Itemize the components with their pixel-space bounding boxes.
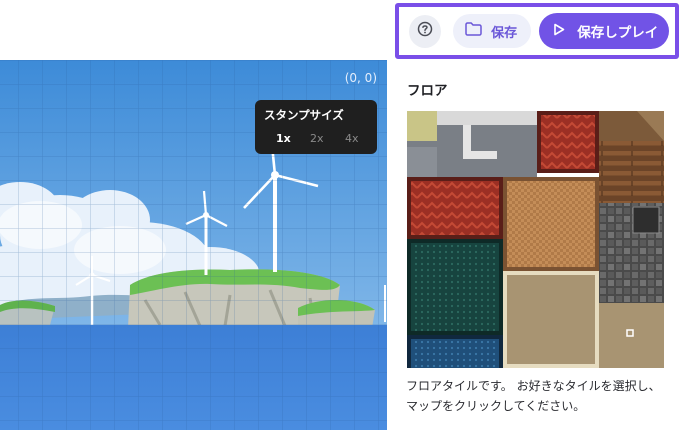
- save-and-play-label: 保存しプレイ: [577, 25, 659, 41]
- stamp-size-title: スタンプサイズ: [264, 108, 344, 122]
- save-and-play-button[interactable]: 保存しプレイ: [539, 13, 669, 49]
- save-button[interactable]: 保存: [453, 14, 532, 48]
- folder-icon: [465, 22, 482, 40]
- help-circle-icon: [417, 21, 433, 41]
- floor-tile-palette[interactable]: [407, 111, 664, 368]
- play-icon: [553, 23, 565, 40]
- top-toolbar: 保存 保存しプレイ: [395, 3, 679, 59]
- stamp-size-popover: スタンプサイズ 1x 2x 4x: [255, 100, 377, 154]
- panel-description: フロアタイルです。 お好きなタイルを選択し、マップをクリックしてください。: [406, 379, 661, 413]
- help-button[interactable]: [409, 14, 442, 48]
- floor-panel: フロア フロアタイルです。 お好きなタイルを選択し、マップをクリックしてください…: [387, 60, 682, 430]
- stamp-size-4x[interactable]: 4x: [345, 132, 359, 145]
- stamp-size-2x[interactable]: 2x: [310, 132, 324, 145]
- stamp-size-1x[interactable]: 1x: [276, 132, 291, 145]
- coordinate-readout: (0, 0): [344, 71, 377, 85]
- panel-title: フロア: [407, 83, 448, 99]
- save-label: 保存: [491, 25, 518, 41]
- tile-palette-image: [407, 111, 664, 368]
